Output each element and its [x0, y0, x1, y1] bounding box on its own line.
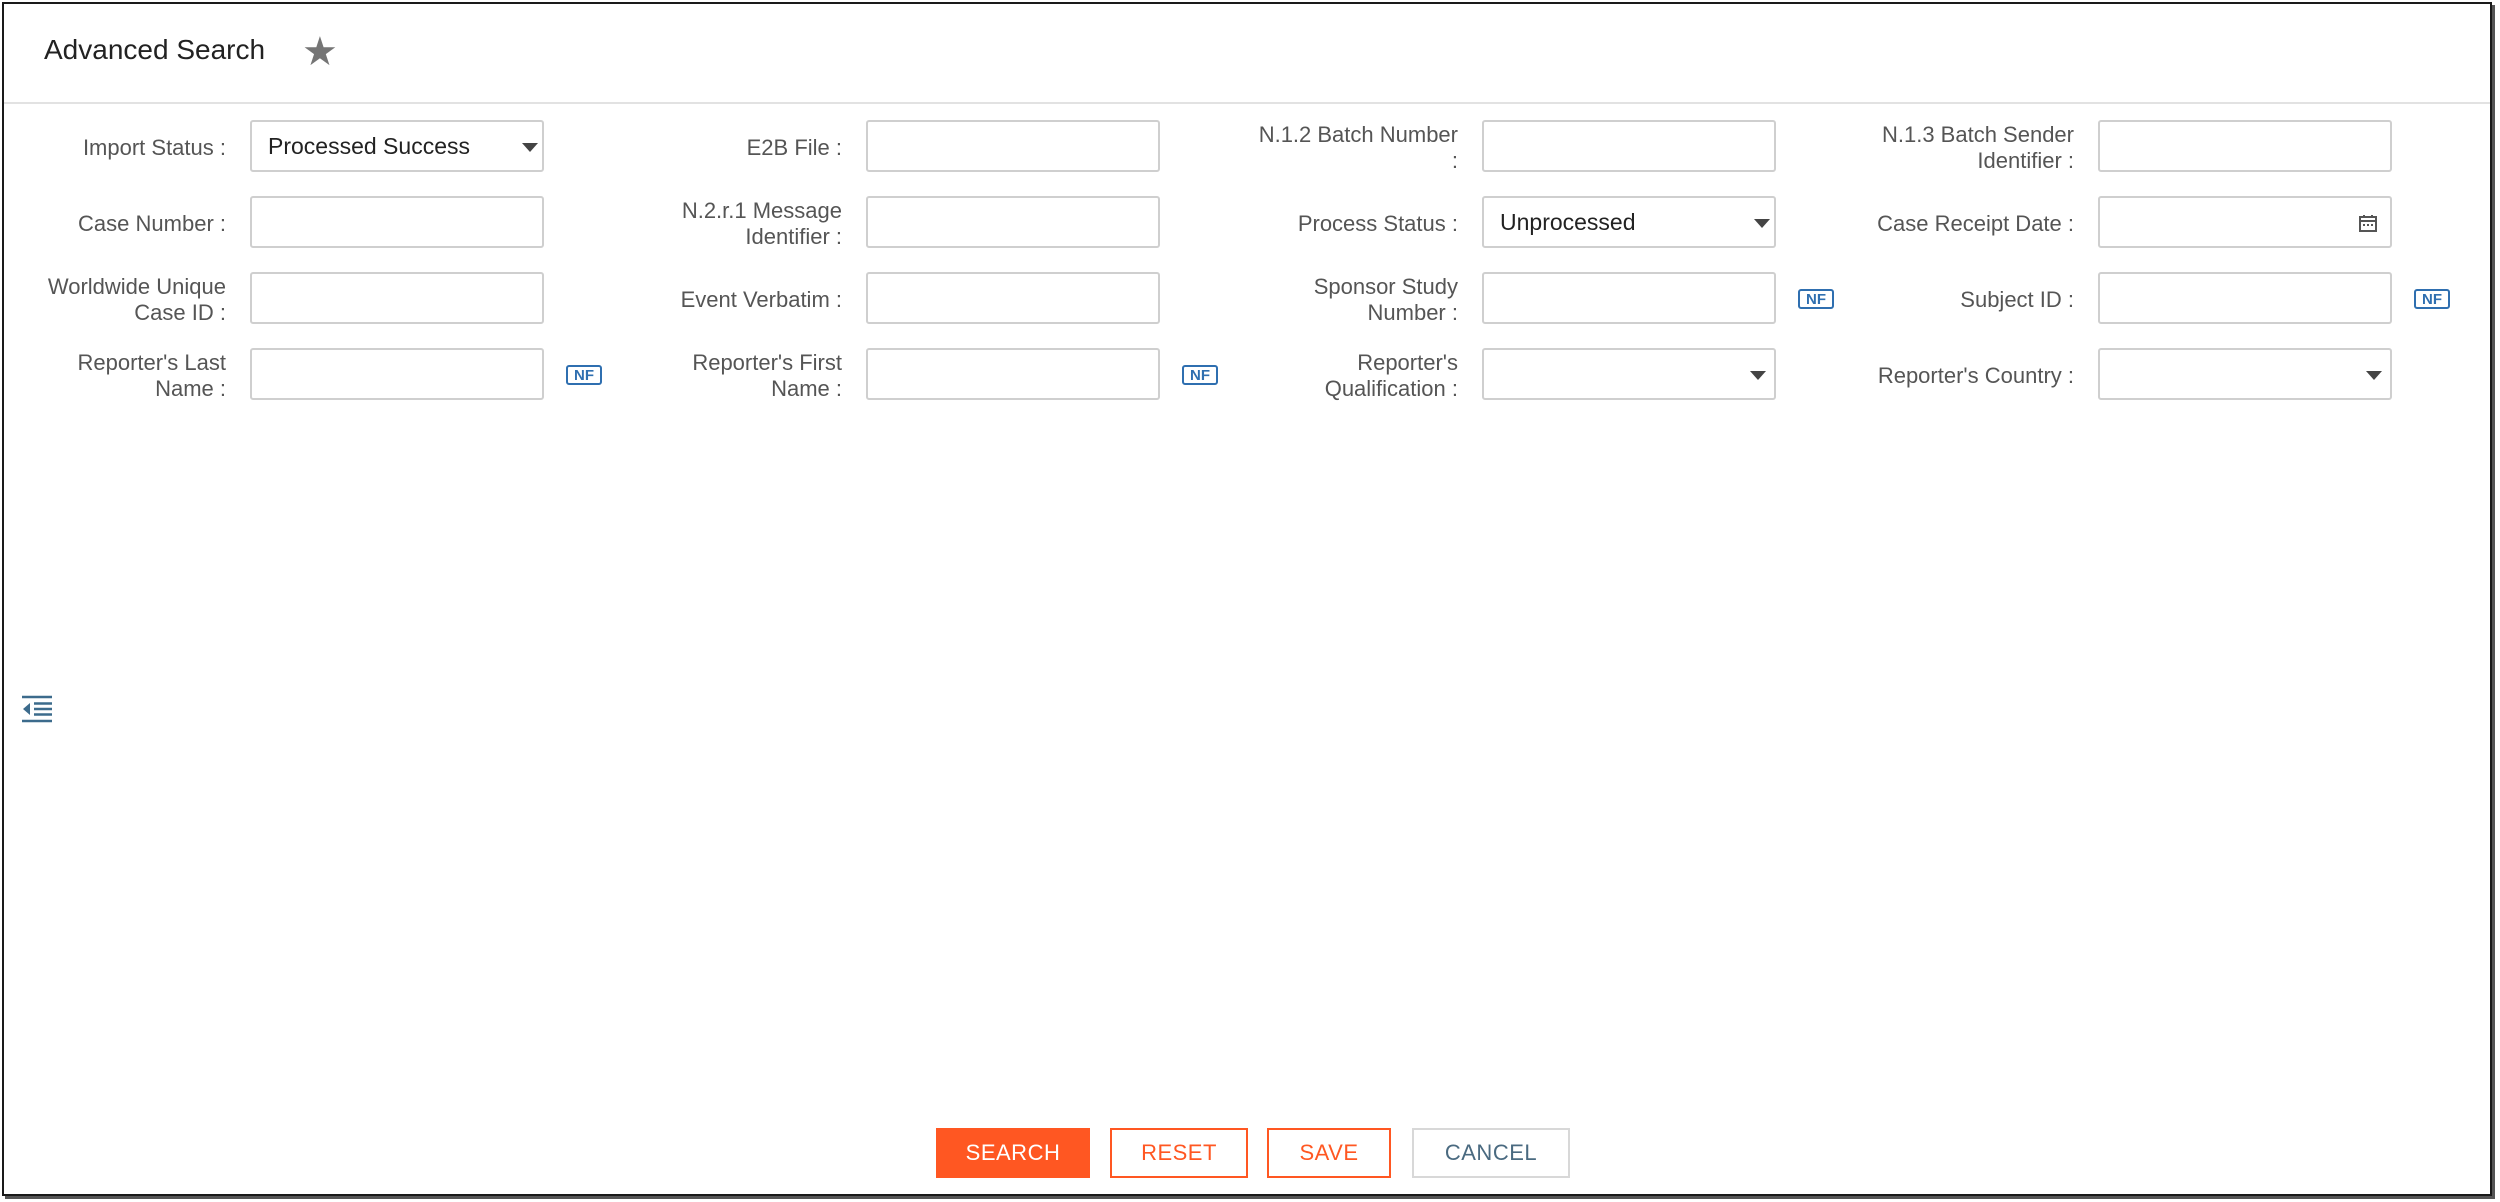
calendar-icon[interactable] — [2358, 213, 2378, 233]
page-title: Advanced Search — [44, 34, 266, 65]
worldwide-case-id-label: Worldwide Unique Case ID : — [47, 274, 226, 325]
nf-badge-sponsor-study[interactable]: NF — [1798, 289, 1834, 309]
advanced-search-dialog: Advanced Search ★ Import Status : Proces… — [2, 2, 2492, 1196]
n2r1-message-label: N.2.r.1 Message Identifier : — [681, 198, 842, 249]
reporter-last-name-input[interactable] — [250, 348, 544, 400]
process-status-label: Process Status : — [1297, 211, 1458, 236]
case-number-input[interactable] — [250, 196, 544, 248]
reporter-last-name-label: Reporter's Last Name : — [77, 350, 227, 401]
n2r1-message-input[interactable] — [866, 196, 1160, 248]
sponsor-study-number-input[interactable] — [1482, 272, 1776, 324]
reporter-qualification-select[interactable] — [1482, 348, 1776, 400]
import-status-label: Import Status : — [82, 135, 226, 160]
search-button[interactable]: SEARCH — [936, 1128, 1090, 1178]
nf-badge-reporter-last-name[interactable]: NF — [566, 365, 602, 385]
process-status-select[interactable]: Unprocessed — [1482, 196, 1776, 248]
event-verbatim-label: Event Verbatim : — [680, 287, 842, 312]
case-receipt-date-label: Case Receipt Date : — [1877, 211, 2074, 236]
import-status-select[interactable]: Processed Success — [250, 120, 544, 172]
form-row-3: Worldwide Unique Case ID : Event Verbati… — [4, 272, 2490, 328]
chevron-down-icon — [2366, 371, 2382, 380]
sponsor-study-number-label: Sponsor Study Number : — [1313, 274, 1458, 325]
worldwide-case-id-input[interactable] — [250, 272, 544, 324]
n12-batch-label: N.1.2 Batch Number : — [1258, 122, 1458, 173]
event-verbatim-input[interactable] — [866, 272, 1160, 324]
n12-batch-input[interactable] — [1482, 120, 1776, 172]
chevron-down-icon — [522, 143, 538, 152]
reporter-country-label: Reporter's Country : — [1877, 363, 2074, 388]
n13-batch-input[interactable] — [2098, 120, 2392, 172]
form-row-1: Import Status : Processed Success E2B Fi… — [4, 120, 2490, 176]
subject-id-input[interactable] — [2098, 272, 2392, 324]
star-icon[interactable]: ★ — [302, 30, 338, 74]
e2b-file-input[interactable] — [866, 120, 1160, 172]
dialog-header: Advanced Search ★ — [4, 4, 2490, 104]
reset-button[interactable]: RESET — [1110, 1128, 1248, 1178]
import-status-value: Processed Success — [268, 132, 470, 159]
reporter-first-name-label: Reporter's First Name : — [692, 350, 842, 401]
reporter-first-name-input[interactable] — [866, 348, 1160, 400]
case-receipt-date-input[interactable] — [2098, 196, 2392, 248]
panel-toggle-icon[interactable] — [20, 694, 54, 724]
nf-badge-subject-id[interactable]: NF — [2414, 289, 2450, 309]
case-number-label: Case Number : — [78, 211, 226, 236]
process-status-value: Unprocessed — [1500, 208, 1636, 235]
form-row-4: Reporter's Last Name : NF Reporter's Fir… — [4, 348, 2490, 404]
save-button[interactable]: SAVE — [1267, 1128, 1391, 1178]
e2b-file-label: E2B File : — [746, 135, 842, 160]
subject-id-label: Subject ID : — [1960, 287, 2074, 312]
cancel-button[interactable]: CANCEL — [1412, 1128, 1570, 1178]
form-row-2: Case Number : N.2.r.1 Message Identifier… — [4, 196, 2490, 252]
chevron-down-icon — [1754, 219, 1770, 228]
chevron-down-icon — [1750, 371, 1766, 380]
reporter-country-select[interactable] — [2098, 348, 2392, 400]
reporter-qualification-label: Reporter's Qualification : — [1324, 350, 1458, 401]
n13-batch-label: N.1.3 Batch Sender Identifier : — [1881, 122, 2074, 173]
nf-badge-reporter-first-name[interactable]: NF — [1182, 365, 1218, 385]
